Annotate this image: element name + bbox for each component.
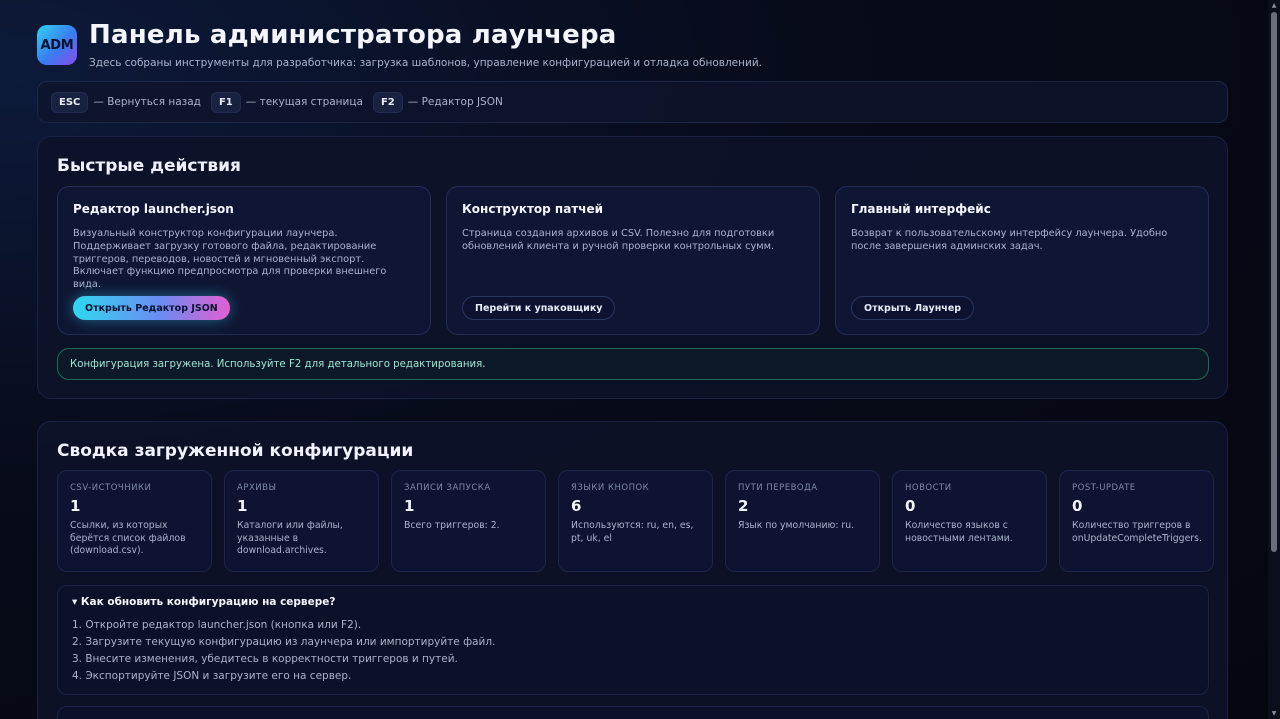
admin-page: ADM Панель администратора лаунчера Здесь… [37,0,1228,719]
stat-value: 1 [70,497,81,515]
stat-value: 0 [905,497,916,515]
stat-label: ПУТИ ПЕРЕВОДА [738,483,818,493]
scroll-down-icon[interactable]: ▼ [1270,710,1278,717]
card-main-interface: Главный интерфейс Возврат к пользователь… [835,186,1209,335]
quick-actions-panel: Быстрые действия Редактор launcher.json … [37,136,1228,399]
stat-value: 1 [237,497,248,515]
card-text: Возврат к пользовательскому интерфейсу л… [851,228,1168,252]
stat-translation-paths: ПУТИ ПЕРЕВОДА 2 Язык по умолчанию: ru. [725,470,880,572]
faq-steps: 1. Откройте редактор launcher.json (кноп… [72,617,1194,685]
stat-post-update: POST-UPDATE 0 Количество триггеров в onU… [1059,470,1214,572]
card-text: Визуальный конструктор конфигурации лаун… [73,228,387,291]
card-patch-builder: Конструктор патчей Страница создания арх… [446,186,820,335]
hotkey-esc[interactable]: ESC [51,91,89,113]
stat-desc: Язык по умолчанию: ru. [738,520,855,531]
stat-desc: Каталоги или файлы, указанные в download… [237,520,343,556]
hotkey-f2-desc: — Редактор JSON [407,96,503,108]
adm-logo: ADM [37,25,77,65]
open-launcher-button[interactable]: Открыть Лаунчер [851,296,975,320]
faq-collapsed[interactable] [57,706,1209,719]
quick-actions-title: Быстрые действия [57,156,241,176]
stat-archives: АРХИВЫ 1 Каталоги или файлы, указанные в… [224,470,379,572]
faq-question[interactable]: ▾ Как обновить конфигурацию на сервере? [72,596,1194,608]
stat-launch-entries: ЗАПИСИ ЗАПУСКА 1 Всего триггеров: 2. [391,470,546,572]
stat-label: НОВОСТИ [905,483,952,493]
hotkey-f1[interactable]: F1 [210,91,241,113]
stat-desc: Всего триггеров: 2. [404,520,500,531]
stat-label: ЗАПИСИ ЗАПУСКА [404,483,491,493]
config-summary-panel: Сводка загруженной конфигурации CSV-ИСТО… [37,421,1228,719]
faq-step: 2. Загрузите текущую конфигурацию из лау… [72,636,496,648]
page-header: ADM Панель администратора лаунчера Здесь… [37,0,1228,80]
stat-desc: Количество языков с новостными лентами. [905,520,1013,544]
stat-label: POST-UPDATE [1072,483,1136,493]
card-text: Страница создания архивов и CSV. Полезно… [462,228,775,252]
page-title: Панель администратора лаунчера [89,20,617,50]
faq-step: 1. Откройте редактор launcher.json (кноп… [72,619,362,631]
status-message: Конфигурация загружена. Используйте F2 д… [57,348,1209,380]
stat-label: CSV-ИСТОЧНИКИ [70,483,152,493]
hotkey-f2[interactable]: F2 [372,91,403,113]
scroll-thumb[interactable] [1271,12,1277,552]
stat-desc: Используются: ru, en, es, pt, uk, el [571,520,694,544]
hotkey-f1-desc: — текущая страница [245,96,363,108]
stat-desc: Количество триггеров в onUpdateCompleteT… [1072,520,1202,544]
faq-step: 3. Внесите изменения, убедитесь в коррек… [72,653,458,665]
action-cards: Редактор launcher.json Визуальный констр… [57,186,1209,335]
faq-update-config[interactable]: ▾ Как обновить конфигурацию на сервере? … [57,585,1209,695]
scroll-up-icon[interactable]: ▲ [1270,2,1278,9]
page-subtitle: Здесь собраны инструменты для разработчи… [89,57,762,69]
stat-value: 1 [404,497,415,515]
hotkeys-bar: ESC — Вернуться назад F1 — текущая стран… [37,81,1228,123]
stat-news: НОВОСТИ 0 Количество языков с новостными… [892,470,1047,572]
card-title: Редактор launcher.json [73,202,234,216]
hotkey-esc-desc: — Вернуться назад [93,96,201,108]
summary-title: Сводка загруженной конфигурации [57,441,414,461]
stat-desc: Ссылки, из которых берётся список файлов… [70,520,186,556]
stat-value: 0 [1072,497,1083,515]
open-json-editor-button[interactable]: Открыть Редактор JSON [73,296,230,320]
faq-step: 4. Экспортируйте JSON и загрузите его на… [72,670,352,682]
go-to-packer-button[interactable]: Перейти к упаковщику [462,296,616,320]
stat-csv-sources: CSV-ИСТОЧНИКИ 1 Ссылки, из которых берёт… [57,470,212,572]
card-title: Главный интерфейс [851,202,991,216]
stat-label: ЯЗЫКИ КНОПОК [571,483,650,493]
stat-label: АРХИВЫ [237,483,277,493]
stat-value: 6 [571,497,582,515]
card-title: Конструктор патчей [462,202,604,216]
card-json-editor: Редактор launcher.json Визуальный констр… [57,186,431,335]
stat-value: 2 [738,497,749,515]
stats-row: CSV-ИСТОЧНИКИ 1 Ссылки, из которых берёт… [57,470,1214,572]
page-scrollbar[interactable]: ▲ ▼ [1268,0,1280,719]
stat-button-languages: ЯЗЫКИ КНОПОК 6 Используются: ru, en, es,… [558,470,713,572]
